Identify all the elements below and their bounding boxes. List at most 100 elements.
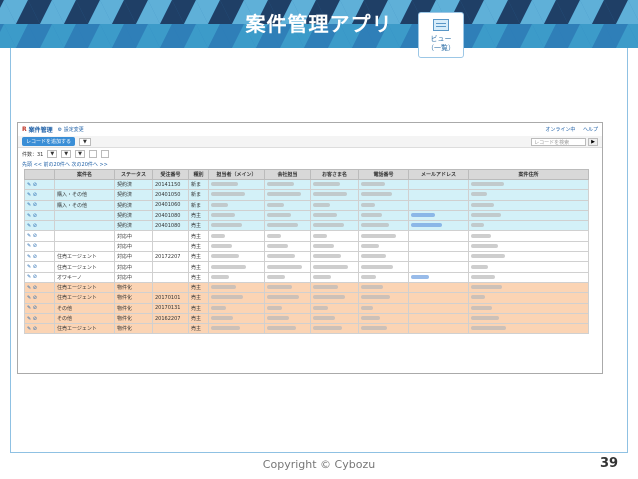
table-row[interactable]: ✎ ⊘ 住売エージェント 物件化 売主	[24, 323, 589, 335]
redacted-text	[211, 223, 242, 228]
customer-name	[310, 292, 359, 304]
email	[408, 189, 469, 201]
online-status-link[interactable]: オンライン中	[545, 127, 575, 133]
company-owner	[264, 209, 311, 222]
column-header[interactable]: 電話番号	[358, 169, 409, 180]
order-number: 20401050	[152, 189, 189, 201]
case-name: 住売エージェント	[54, 292, 115, 304]
row-actions-icons[interactable]: ✎ ⊘	[24, 240, 55, 253]
case-name	[54, 240, 115, 253]
owner	[208, 281, 265, 294]
email	[408, 199, 469, 211]
owner	[208, 240, 265, 253]
app-logo-icon: R	[22, 126, 27, 133]
row-actions-icons[interactable]: ✎ ⊘	[24, 209, 55, 222]
email	[408, 271, 469, 283]
phone-number	[358, 281, 409, 294]
add-record-button[interactable]: レコードを追加する	[22, 137, 76, 146]
order-number: 20401080	[152, 220, 189, 232]
print-icon[interactable]	[100, 150, 109, 158]
company-owner	[264, 189, 311, 201]
redacted-text	[267, 254, 295, 259]
table-row[interactable]: ✎ ⊘ オワキーノ 対応中 売主	[24, 271, 589, 283]
column-header[interactable]: 担当者（メイン）	[208, 169, 265, 180]
table-row[interactable]: ✎ ⊘ 契約済 20401080 売主	[24, 220, 589, 232]
row-actions-icons[interactable]: ✎ ⊘	[24, 178, 55, 191]
column-header[interactable]: 受注番号	[152, 169, 189, 180]
email	[408, 209, 469, 222]
status: 契約済	[114, 199, 153, 211]
table-row[interactable]: ✎ ⊘ その他 物件化 20162207 売主	[24, 312, 589, 325]
table-row[interactable]: ✎ ⊘ 対応中 売主	[24, 230, 589, 242]
order-number: 20401060	[152, 199, 189, 211]
table-row[interactable]: ✎ ⊘ 住売エージェント 対応中 20172207 売主	[24, 251, 589, 263]
table-row[interactable]: ✎ ⊘ その他 物件化 20170131 売主	[24, 302, 589, 314]
row-actions-icons[interactable]: ✎ ⊘	[24, 189, 55, 201]
row-actions-icons[interactable]: ✎ ⊘	[24, 281, 55, 294]
filter-bar: 件数：31 ▼ ▼ ▼	[18, 148, 602, 160]
table-row[interactable]: ✎ ⊘ 住売エージェント 物件化 20170101 売主	[24, 292, 589, 304]
column-header[interactable]: メールアドレス	[408, 169, 469, 180]
search-input[interactable]: レコードを検索	[531, 137, 587, 146]
phone-number	[358, 199, 409, 211]
row-actions-icons[interactable]: ✎ ⊘	[24, 251, 55, 263]
view-select[interactable]: ▼	[79, 137, 91, 146]
search-button[interactable]: ▶	[588, 137, 598, 146]
column-header[interactable]	[24, 169, 55, 180]
company-owner	[264, 261, 311, 273]
redacted-text	[211, 202, 228, 207]
address	[468, 240, 589, 253]
redacted-text	[211, 326, 240, 331]
column-header[interactable]: 種別	[188, 169, 209, 180]
row-actions-icons[interactable]: ✎ ⊘	[24, 220, 55, 232]
pager[interactable]: 先頭 << 前の20件へ 次の20件へ >>	[18, 160, 602, 169]
help-link[interactable]: ヘルプ	[583, 127, 598, 133]
redacted-text	[211, 285, 236, 290]
redacted-text	[471, 305, 492, 310]
table-row[interactable]: ✎ ⊘ 購入・その他 契約済 20401060 新ま	[24, 199, 589, 211]
table-row[interactable]: ✎ ⊘ 購入・その他 契約済 20401050 新ま	[24, 189, 589, 201]
row-actions-icons[interactable]: ✎ ⊘	[24, 230, 55, 242]
address	[468, 178, 589, 191]
redacted-text	[361, 202, 375, 207]
customer-name	[310, 209, 359, 222]
records-table: 案件名 ステータス 受注番号 種別 担当者（メイン） 会社担当 お客さま名 電話番号 メールアド…	[24, 169, 589, 335]
copyright: Copyright © Cybozu	[262, 458, 376, 471]
column-header[interactable]: ステータス	[114, 169, 153, 180]
row-actions-icons[interactable]: ✎ ⊘	[24, 323, 55, 335]
company-owner	[264, 281, 311, 294]
row-actions-icons[interactable]: ✎ ⊘	[24, 302, 55, 314]
redacted-text	[211, 264, 246, 269]
phone-number	[358, 209, 409, 222]
table-row[interactable]: ✎ ⊘ 契約済 20141150 新ま	[24, 178, 589, 191]
redacted-text	[411, 274, 429, 279]
sort-dropdown[interactable]: ▼	[75, 150, 85, 158]
phone-number	[358, 178, 409, 191]
view-dropdown[interactable]: ▼	[61, 150, 72, 158]
row-actions-icons[interactable]: ✎ ⊘	[24, 312, 55, 325]
row-actions-icons[interactable]: ✎ ⊘	[24, 261, 55, 273]
column-header[interactable]: 会社担当	[264, 169, 311, 180]
type: 新ま	[188, 199, 209, 211]
table-row[interactable]: ✎ ⊘ 契約済 20401080 売主	[24, 209, 589, 222]
table-row[interactable]: ✎ ⊘ 住売エージェント 対応中 売主	[24, 261, 589, 273]
row-actions-icons[interactable]: ✎ ⊘	[24, 199, 55, 211]
table-row[interactable]: ✎ ⊘ 住売エージェント 物件化 売主	[24, 281, 589, 294]
redacted-text	[471, 182, 504, 187]
order-number: 20162207	[152, 312, 189, 325]
row-actions-icons[interactable]: ✎ ⊘	[24, 271, 55, 283]
case-name: 住売エージェント	[54, 251, 115, 263]
column-header[interactable]: 案件住所	[468, 169, 589, 180]
column-header[interactable]: お客さま名	[310, 169, 359, 180]
company-owner	[264, 312, 311, 325]
filter-select[interactable]: ▼	[47, 150, 58, 158]
settings-link[interactable]: ⚙ 設定変更	[58, 126, 84, 133]
filter-icon[interactable]	[88, 150, 97, 158]
column-header[interactable]: 案件名	[54, 169, 115, 180]
view-icon-label: ビュー	[430, 35, 452, 43]
row-actions-icons[interactable]: ✎ ⊘	[24, 292, 55, 304]
redacted-text	[361, 213, 382, 218]
email	[408, 281, 469, 294]
redacted-text	[411, 213, 435, 218]
table-row[interactable]: ✎ ⊘ 対応中 売主	[24, 240, 589, 253]
